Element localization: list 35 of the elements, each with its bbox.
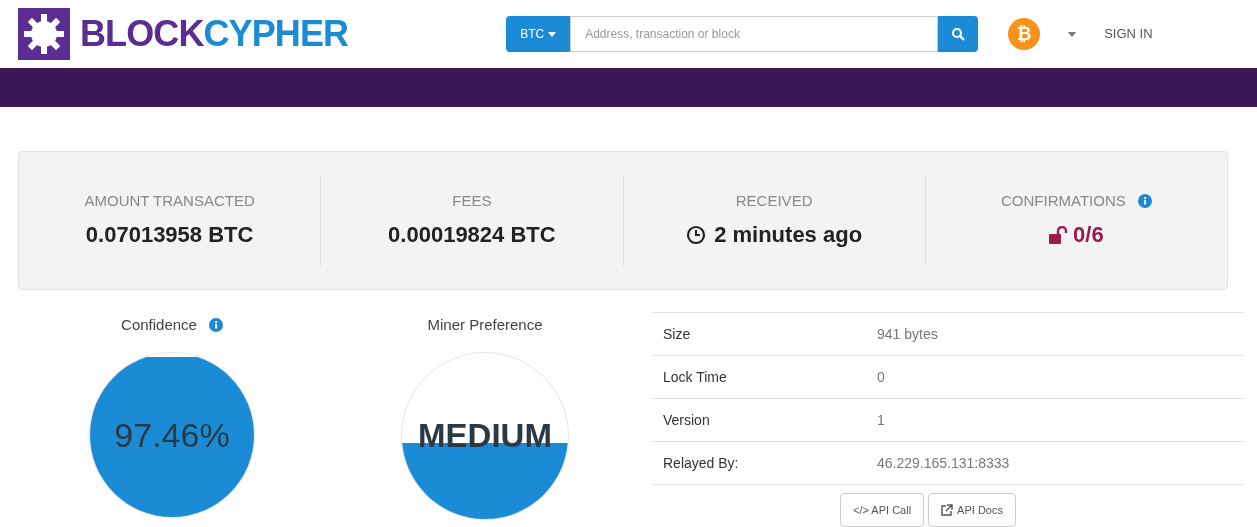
stat-label: FEES — [452, 190, 492, 211]
stat-label: RECEIVED — [735, 190, 813, 211]
detail-label: Relayed By: — [662, 453, 740, 473]
info-icon — [208, 318, 223, 332]
gauge-title: Miner Preference — [427, 314, 543, 335]
bitcoin-icon: ₿ — [1008, 18, 1041, 50]
stat-value: 0.00019824 BTC — [388, 221, 556, 250]
sign-in-link[interactable]: SIGN IN — [1104, 24, 1153, 44]
search-button[interactable] — [938, 16, 979, 52]
detail-value: 46.229.165.131:8333 — [877, 453, 1010, 473]
api-button[interactable]: </> API Call — [840, 493, 925, 527]
detail-label: Lock Time — [662, 367, 728, 387]
caret-icon — [1068, 31, 1077, 37]
external-link-icon — [941, 504, 954, 516]
detail-label: Version — [662, 410, 711, 430]
unlock-icon — [1049, 225, 1070, 244]
stat-value: 0/6 — [1073, 221, 1104, 250]
clock-icon — [686, 224, 707, 245]
search-field[interactable]: Address, transaction or block — [570, 16, 939, 52]
search-icon — [951, 27, 966, 41]
detail-value: 1 — [877, 410, 885, 430]
stat-value: 0.07013958 BTC — [85, 221, 254, 250]
logo-icon — [18, 8, 70, 60]
detail-label: Size — [662, 324, 692, 344]
detail-value: 0 — [877, 367, 885, 387]
api-button[interactable]: API Docs — [928, 493, 1016, 527]
caret-icon — [548, 31, 557, 37]
stat-value: 2 minutes ago — [714, 221, 863, 250]
gauge-title: Confidence — [121, 314, 197, 335]
stat-label: CONFIRMATIONS — [1001, 190, 1126, 211]
info-icon — [1137, 194, 1152, 208]
currency-dropdown[interactable]: BTC — [506, 16, 571, 52]
stat-label: AMOUNT TRANSACTED — [84, 190, 255, 211]
logo-text: BLOCKCYPHER — [80, 12, 349, 56]
detail-value: 941 bytes — [877, 324, 938, 344]
